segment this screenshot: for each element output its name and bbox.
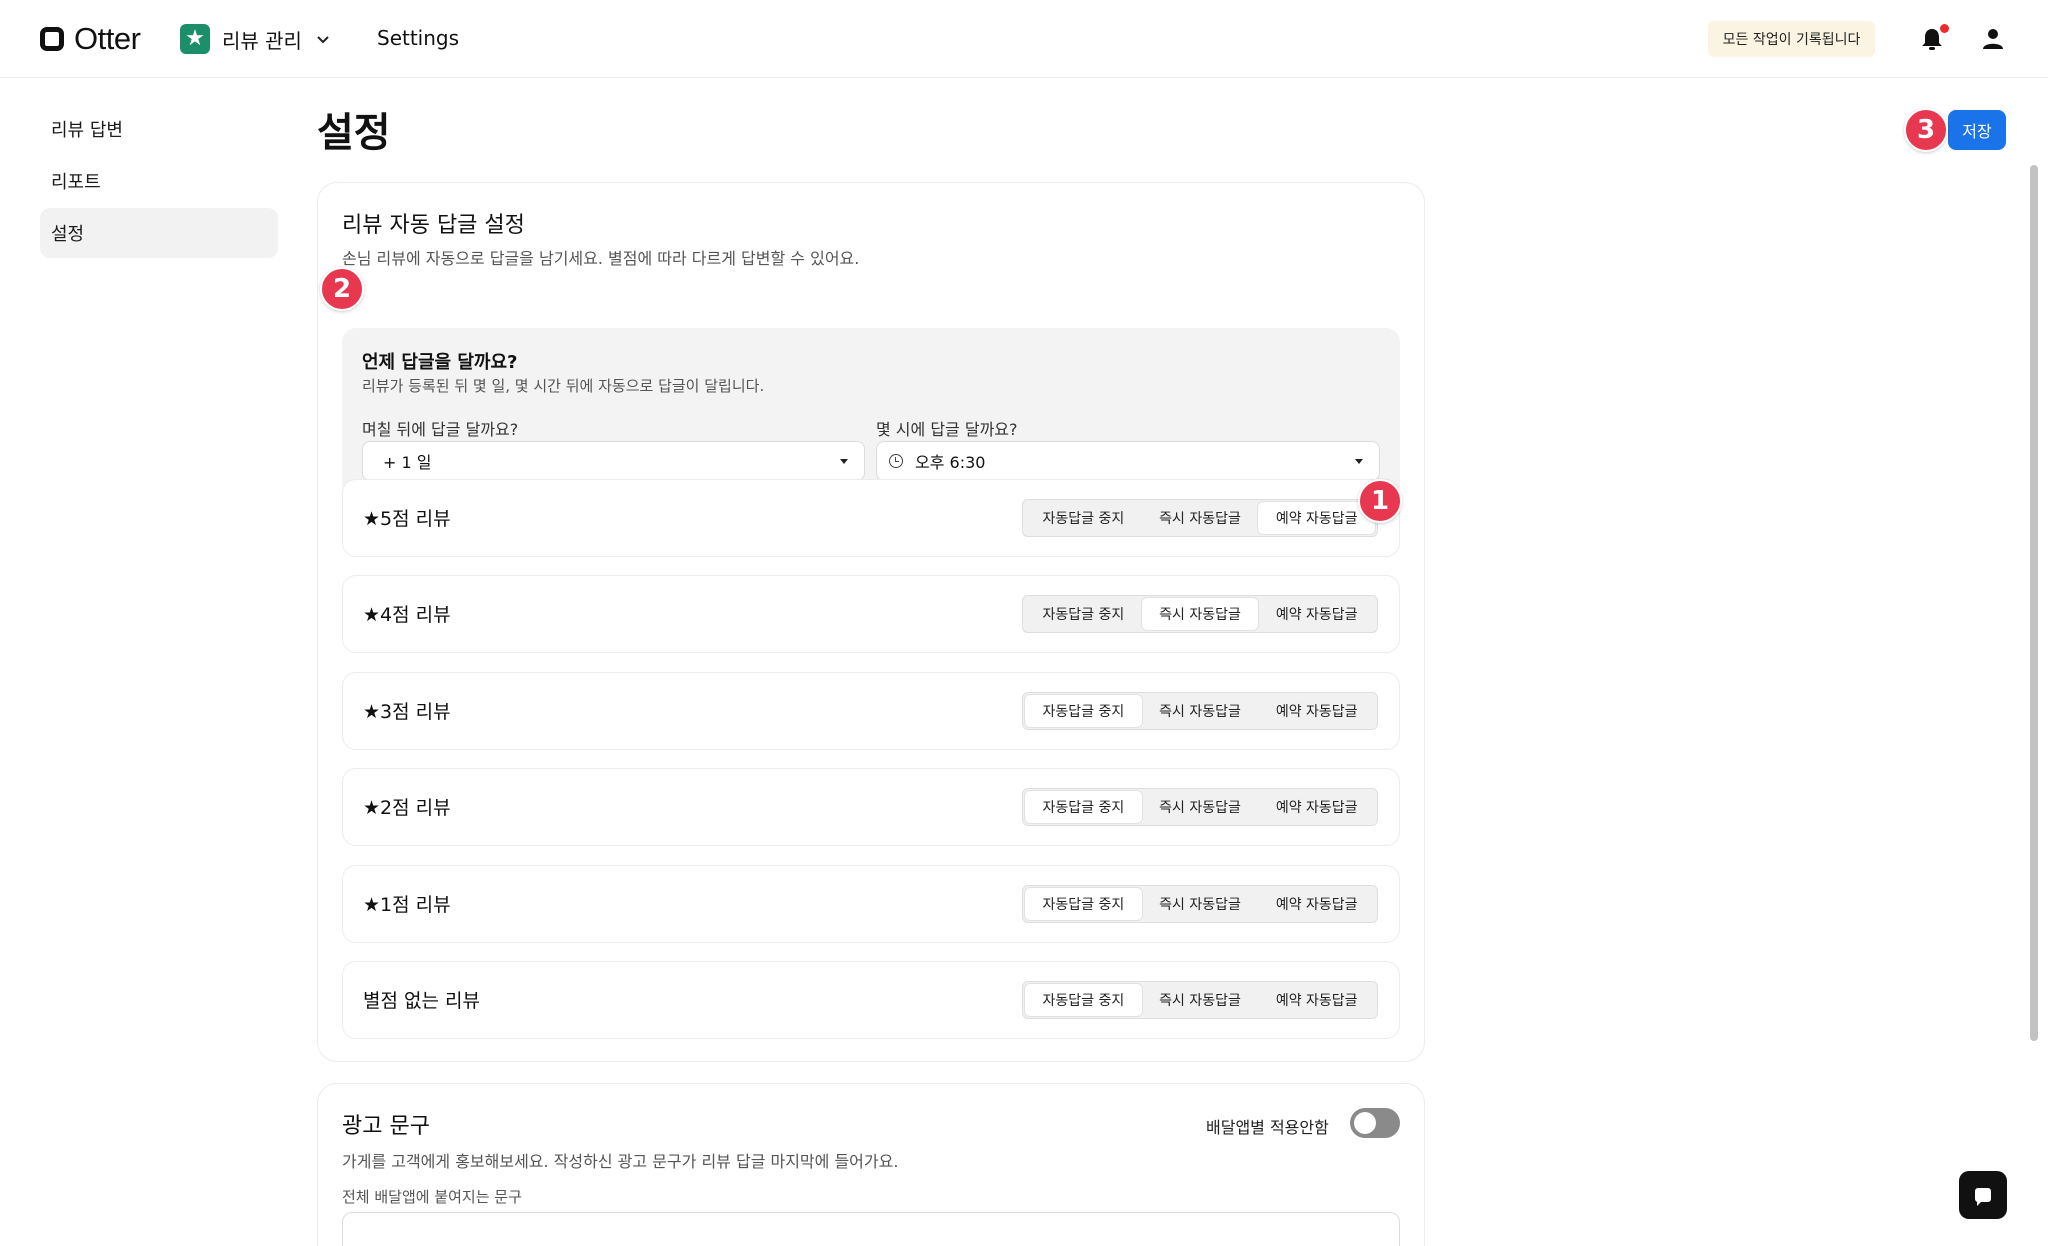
activity-log-badge: 모든 작업이 기록됩니다 (1708, 21, 1875, 57)
days-label: 며칠 뒤에 답글 달까요? (362, 420, 519, 439)
option-stop[interactable]: 자동답글 중지 (1025, 984, 1142, 1016)
option-instant[interactable]: 즉시 자동답글 (1141, 598, 1259, 630)
option-scheduled[interactable]: 예약 자동답글 (1258, 888, 1375, 920)
option-stop[interactable]: 자동답글 중지 (1025, 791, 1142, 823)
ad-card: 광고 문구 가게를 고객에게 홍보해보세요. 작성하신 광고 문구가 리뷰 답글… (317, 1083, 1425, 1246)
sidebar-item-report[interactable]: 리포트 (40, 156, 278, 206)
ad-field-label: 전체 배달앱에 붙여지는 문구 (342, 1188, 522, 1206)
reply-mode-segmented-control: 자동답글 중지 즉시 자동답글 예약 자동답글 (1022, 692, 1378, 730)
app-name: 리뷰 관리 (222, 28, 302, 53)
review-rating-label: ★2점 리뷰 (363, 797, 451, 819)
sidebar-item-settings[interactable]: 설정 (40, 208, 278, 258)
review-rating-row: ★5점 리뷰 자동답글 중지 즉시 자동답글 예약 자동답글 (342, 479, 1400, 557)
review-rating-label: ★5점 리뷰 (363, 508, 451, 530)
review-rating-row: ★2점 리뷰 자동답글 중지 즉시 자동답글 예약 자동답글 (342, 768, 1400, 846)
time-label: 몇 시에 답글 달까요? (876, 420, 1018, 439)
reply-mode-segmented-control: 자동답글 중지 즉시 자동답글 예약 자동답글 (1022, 499, 1378, 537)
when-desc: 리뷰가 등록된 뒤 몇 일, 몇 시간 뒤에 자동으로 답글이 달립니다. (362, 377, 765, 395)
option-stop[interactable]: 자동답글 중지 (1025, 598, 1142, 630)
otter-logo-icon (40, 27, 64, 51)
auto-reply-title: 리뷰 자동 답글 설정 (342, 213, 525, 238)
person-icon[interactable] (1979, 25, 2007, 53)
time-value: 오후 6:30 (915, 453, 986, 472)
notification-dot (1940, 24, 1949, 33)
nav-settings-link[interactable]: Settings (377, 26, 459, 50)
review-rating-label: ★4점 리뷰 (363, 604, 451, 626)
option-scheduled[interactable]: 예약 자동답글 (1258, 984, 1375, 1016)
reply-mode-segmented-control: 자동답글 중지 즉시 자동답글 예약 자동답글 (1022, 788, 1378, 826)
days-value: + 1 일 (383, 453, 432, 472)
annotation-marker-2: 2 (320, 267, 364, 311)
option-stop[interactable]: 자동답글 중지 (1025, 502, 1142, 534)
option-scheduled[interactable]: 예약 자동답글 (1258, 502, 1376, 534)
review-rating-label: ★3점 리뷰 (363, 701, 451, 723)
app-switcher[interactable]: ★ 리뷰 관리 (180, 24, 332, 54)
reply-mode-segmented-control: 자동답글 중지 즉시 자동답글 예약 자동답글 (1022, 885, 1378, 923)
annotation-marker-3: 3 (1904, 108, 1948, 152)
per-app-toggle[interactable] (1350, 1108, 1400, 1138)
review-rating-label: ★1점 리뷰 (363, 894, 451, 916)
option-stop[interactable]: 자동답글 중지 (1025, 888, 1142, 920)
when-title: 언제 답글을 달까요? (362, 352, 518, 373)
chat-button[interactable] (1959, 1171, 2007, 1219)
option-instant[interactable]: 즉시 자동답글 (1142, 984, 1259, 1016)
chevron-down-icon (317, 36, 329, 44)
ad-desc: 가게를 고객에게 홍보해보세요. 작성하신 광고 문구가 리뷰 답글 마지막에 … (342, 1152, 899, 1171)
option-scheduled[interactable]: 예약 자동답글 (1258, 598, 1375, 630)
save-button[interactable]: 저장 (1948, 110, 2006, 150)
scrollbar[interactable] (2030, 165, 2038, 1041)
review-rating-row: ★3점 리뷰 자동답글 중지 즉시 자동답글 예약 자동답글 (342, 672, 1400, 750)
top-header: Otter ★ 리뷰 관리 Settings 모든 작업이 기록됩니다 (0, 0, 2048, 78)
review-rating-row: 별점 없는 리뷰 자동답글 중지 즉시 자동답글 예약 자동답글 (342, 961, 1400, 1039)
review-rating-row: ★4점 리뷰 자동답글 중지 즉시 자동답글 예약 자동답글 (342, 575, 1400, 653)
when-section: 언제 답글을 달까요? 리뷰가 등록된 뒤 몇 일, 몇 시간 뒤에 자동으로 … (342, 328, 1400, 499)
days-select[interactable]: + 1 일 (362, 441, 865, 481)
annotation-marker-1: 1 (1358, 479, 1402, 523)
reply-mode-segmented-control: 자동답글 중지 즉시 자동답글 예약 자동답글 (1022, 981, 1378, 1019)
auto-reply-desc: 손님 리뷰에 자동으로 답글을 남기세요. 별점에 따라 다르게 답변할 수 있… (342, 249, 860, 268)
otter-logo[interactable]: Otter (40, 21, 141, 56)
caret-down-icon (1355, 459, 1363, 464)
caret-down-icon (840, 459, 848, 464)
ad-title: 광고 문구 (342, 1114, 430, 1139)
time-select[interactable]: 오후 6:30 (876, 441, 1380, 481)
option-stop[interactable]: 자동답글 중지 (1025, 695, 1142, 727)
review-rating-label: 별점 없는 리뷰 (363, 990, 480, 1012)
sidebar: 리뷰 답변 리포트 설정 (40, 104, 278, 260)
logo-text: Otter (74, 21, 141, 56)
option-instant[interactable]: 즉시 자동답글 (1142, 888, 1259, 920)
option-scheduled[interactable]: 예약 자동답글 (1258, 695, 1375, 727)
per-app-toggle-label: 배달앱별 적용안함 (1206, 1118, 1329, 1137)
chat-icon (1975, 1188, 1991, 1206)
sidebar-item-review-reply[interactable]: 리뷰 답변 (40, 104, 278, 154)
option-scheduled[interactable]: 예약 자동답글 (1258, 791, 1375, 823)
reply-mode-segmented-control: 자동답글 중지 즉시 자동답글 예약 자동답글 (1022, 595, 1378, 633)
auto-reply-card: 리뷰 자동 답글 설정 손님 리뷰에 자동으로 답글을 남기세요. 별점에 따라… (317, 182, 1425, 1062)
option-instant[interactable]: 즉시 자동답글 (1142, 695, 1259, 727)
option-instant[interactable]: 즉시 자동답글 (1142, 502, 1259, 534)
page-title: 설정 (317, 110, 391, 156)
option-instant[interactable]: 즉시 자동답글 (1142, 791, 1259, 823)
ad-text-input[interactable] (342, 1212, 1400, 1246)
clock-icon (889, 454, 903, 468)
review-rating-row: ★1점 리뷰 자동답글 중지 즉시 자동답글 예약 자동답글 (342, 865, 1400, 943)
star-icon: ★ (180, 24, 210, 54)
